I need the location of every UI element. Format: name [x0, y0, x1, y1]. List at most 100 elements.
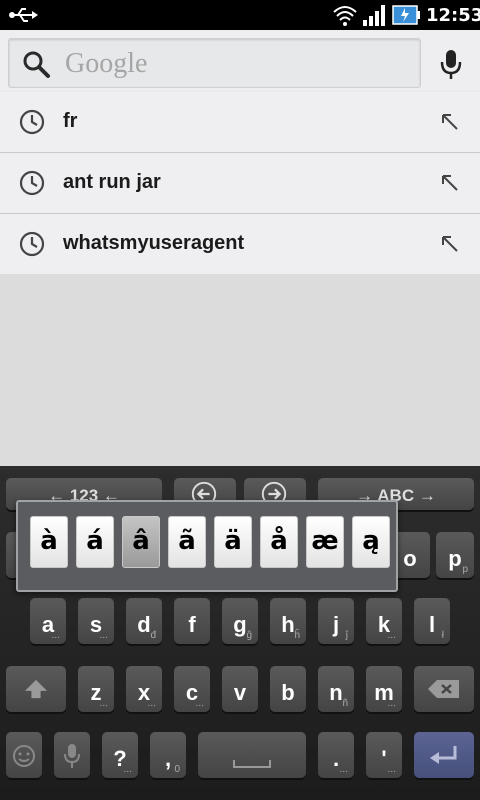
key-char: j: [332, 612, 340, 637]
enter-icon: [430, 746, 457, 764]
suggestion-text: whatsmyuseragent: [63, 232, 245, 254]
key-sub: ...: [387, 630, 396, 641]
history-icon: [19, 231, 45, 257]
accent-key[interactable]: à: [30, 516, 68, 568]
accent-key[interactable]: ä: [214, 516, 252, 568]
insert-query-icon[interactable]: [438, 232, 462, 256]
key-char: k: [377, 612, 391, 637]
key-char: m: [374, 680, 394, 705]
key-sub: 0: [174, 764, 180, 775]
search-icon: [23, 51, 50, 78]
microphone-icon[interactable]: [436, 48, 466, 82]
signal-icon: [363, 5, 385, 26]
key-n[interactable]: n ñ: [318, 666, 354, 712]
smiley-icon: [13, 745, 35, 767]
key-sub: ...: [387, 698, 396, 709]
key-p[interactable]: p p: [436, 532, 474, 578]
key-a[interactable]: a ...: [30, 598, 66, 644]
key-d[interactable]: d đ: [126, 598, 162, 644]
key-j[interactable]: j ĵ: [318, 598, 354, 644]
key-sub: ...: [99, 698, 108, 709]
key-sub: ...: [99, 630, 108, 641]
key-z[interactable]: z ...: [78, 666, 114, 712]
key-sub: ĥ: [294, 630, 300, 641]
search-box[interactable]: [8, 38, 421, 88]
key-char: f: [188, 612, 196, 637]
key-sub: ĵ: [345, 630, 348, 641]
key-backspace[interactable]: [414, 666, 474, 712]
key-char: p: [448, 546, 462, 571]
key-h[interactable]: h ĥ: [270, 598, 306, 644]
status-bar: 12:53: [0, 0, 480, 30]
insert-query-icon[interactable]: [438, 110, 462, 134]
key-sub: ł: [441, 630, 444, 641]
key-shift[interactable]: [6, 666, 66, 712]
insert-query-icon[interactable]: [438, 171, 462, 195]
key-enter[interactable]: [414, 732, 474, 778]
accent-key-selected[interactable]: â: [122, 516, 160, 568]
history-icon: [19, 170, 45, 196]
suggestion-list: fr ant run jar whatsmyuseragent: [0, 92, 480, 274]
suggestion-row[interactable]: whatsmyuseragent: [0, 214, 480, 274]
key-sub: ...: [195, 698, 204, 709]
accent-key[interactable]: á: [76, 516, 114, 568]
key-sub: ...: [123, 764, 132, 775]
key-voice[interactable]: [54, 732, 90, 778]
accent-popup: à á â ã ä å æ ą: [16, 500, 398, 592]
key-emoji[interactable]: [6, 732, 42, 778]
key-char: g: [233, 612, 247, 637]
key-sub: đ: [150, 630, 156, 641]
accent-key[interactable]: ã: [168, 516, 206, 568]
search-input[interactable]: [63, 45, 407, 83]
accent-key[interactable]: ą: [352, 516, 390, 568]
key-char: h: [281, 612, 295, 637]
suggestion-text: fr: [63, 110, 78, 132]
key-sub: ...: [387, 764, 396, 775]
accent-key[interactable]: æ: [306, 516, 344, 568]
key-s[interactable]: s ...: [78, 598, 114, 644]
key-l[interactable]: l ł: [414, 598, 450, 644]
key-char: c: [185, 680, 199, 705]
key-char: ,: [164, 746, 172, 771]
shift-icon: [25, 679, 47, 699]
key-k[interactable]: k ...: [366, 598, 402, 644]
key-char: v: [233, 680, 247, 705]
key-char: l: [428, 612, 436, 637]
microphone-icon: [64, 744, 80, 768]
key-v[interactable]: v: [222, 666, 258, 712]
key-question[interactable]: ? ...: [102, 732, 138, 778]
backspace-icon: [428, 680, 459, 698]
key-g[interactable]: g ĝ: [222, 598, 258, 644]
key-apostrophe[interactable]: ' ...: [366, 732, 402, 778]
space-icon: [233, 760, 271, 768]
key-char: ?: [113, 746, 127, 771]
key-char: d: [137, 612, 151, 637]
key-sub: ...: [147, 698, 156, 709]
key-space[interactable]: [198, 732, 306, 778]
usb-icon: [9, 8, 38, 22]
key-char: x: [137, 680, 151, 705]
key-sub: ñ: [342, 698, 348, 709]
wifi-icon: [333, 6, 357, 26]
key-c[interactable]: c ...: [174, 666, 210, 712]
suggestion-text: ant run jar: [63, 171, 161, 193]
suggestion-row[interactable]: ant run jar: [0, 153, 480, 214]
key-char: b: [281, 680, 295, 705]
key-comma[interactable]: , 0: [150, 732, 186, 778]
accent-key[interactable]: å: [260, 516, 298, 568]
key-b[interactable]: b: [270, 666, 306, 712]
key-f[interactable]: f: [174, 598, 210, 644]
key-char: a: [41, 612, 55, 637]
suggestion-row[interactable]: fr: [0, 92, 480, 153]
key-period[interactable]: . ...: [318, 732, 354, 778]
key-m[interactable]: m ...: [366, 666, 402, 712]
battery-icon: [392, 5, 420, 25]
key-x[interactable]: x ...: [126, 666, 162, 712]
key-char: .: [332, 746, 340, 771]
key-char: ': [381, 746, 387, 771]
key-sub: p: [462, 564, 468, 575]
history-icon: [19, 109, 45, 135]
key-sub: ĝ: [246, 630, 252, 641]
key-char: s: [89, 612, 103, 637]
key-sub: ...: [51, 630, 60, 641]
